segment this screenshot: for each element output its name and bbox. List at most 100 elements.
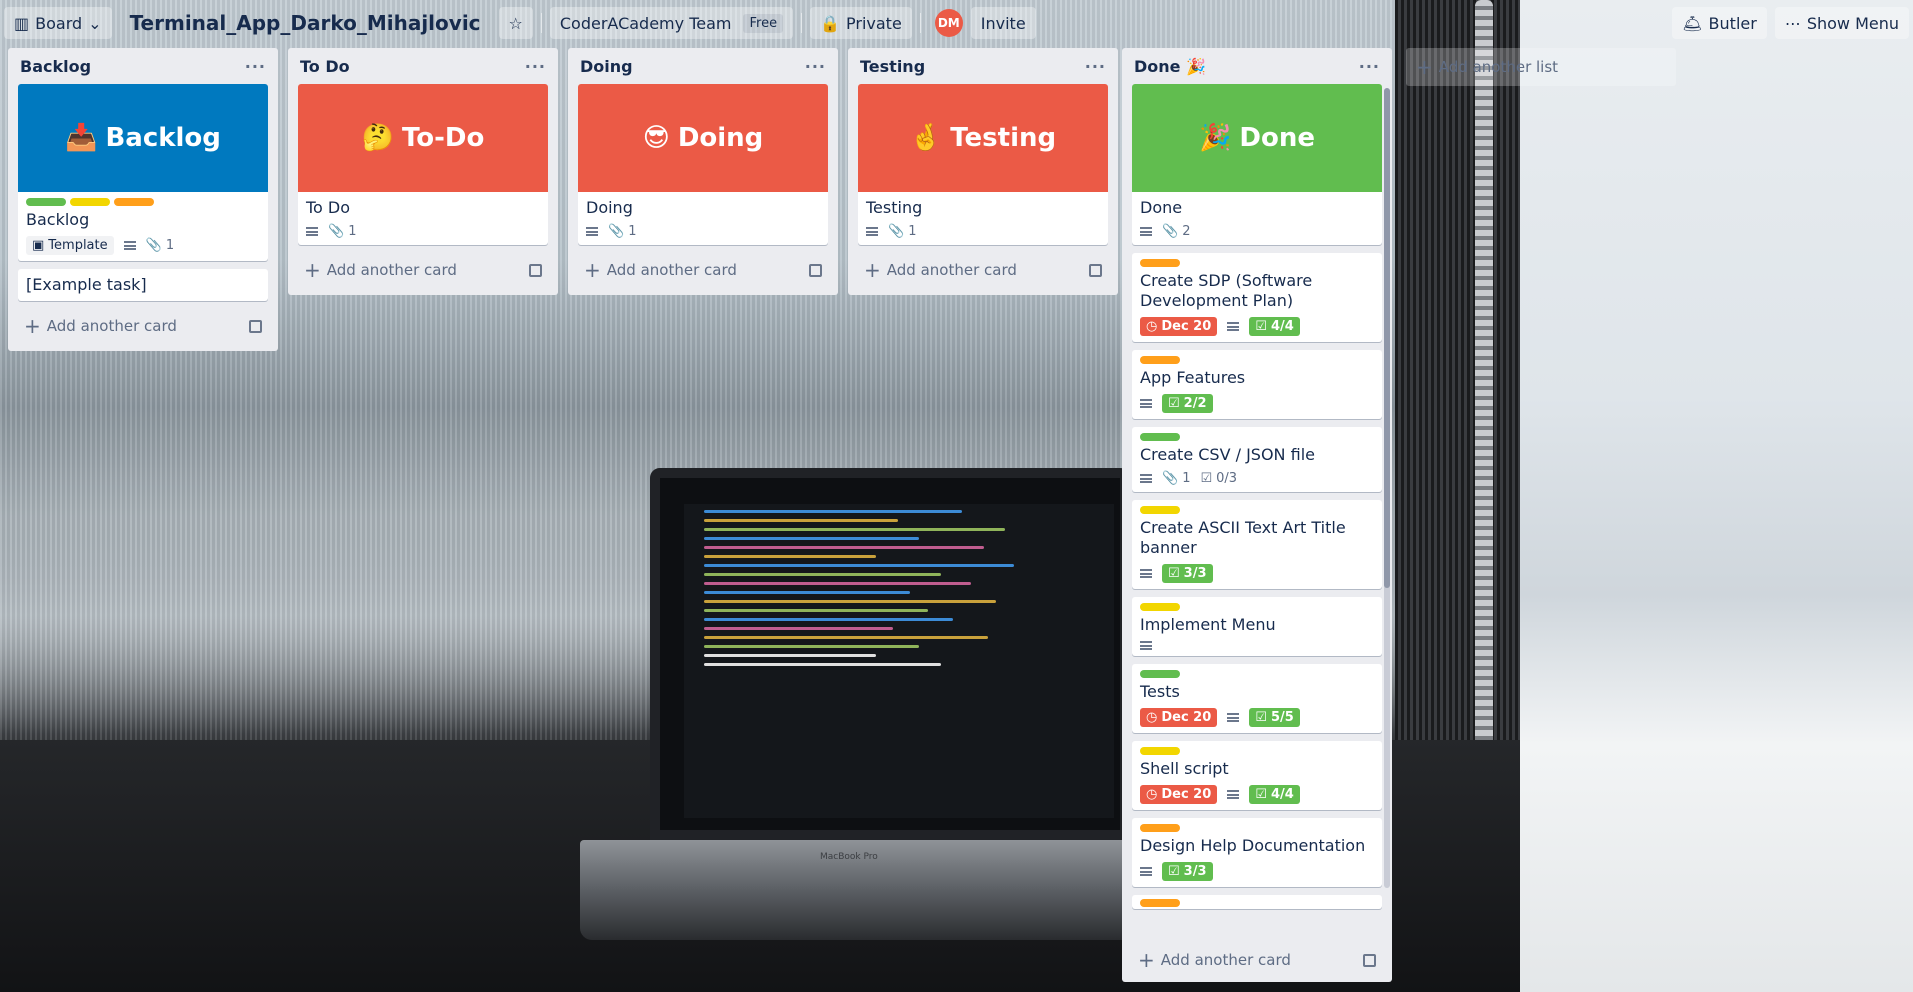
card-help-docs[interactable]: Design Help Documentation ☑ 3/3 [1132,818,1382,887]
card-ascii-banner[interactable]: Create ASCII Text Art Title banner ☑ 3/3 [1132,500,1382,589]
label-orange[interactable] [1140,356,1180,364]
list-menu-icon[interactable]: ··· [1085,57,1106,76]
label-green[interactable] [1140,433,1180,441]
card-doing[interactable]: 😎 Doing Doing 📎 1 [578,84,828,245]
card-template-icon[interactable] [249,319,262,333]
card-create-csv-json[interactable]: Create CSV / JSON file 📎 1 ☑ 0/3 [1132,427,1382,492]
plus-icon: + [304,258,321,282]
checklist-count: 0/3 [1216,471,1238,486]
card-template-icon[interactable] [809,263,822,277]
card-backlog[interactable]: 📥 Backlog Backlog ▣ Template 📎 1 [18,84,268,261]
list-testing: Testing ··· 🤞 Testing Testing 📎 1 + Add a… [848,48,1118,295]
list-menu-icon[interactable]: ··· [1359,57,1380,76]
background-laptop-editor [684,504,1114,818]
list-menu-icon[interactable]: ··· [805,57,826,76]
card-testing[interactable]: 🤞 Testing Testing 📎 1 [858,84,1108,245]
card-title: App Features [1140,368,1246,387]
inbox-icon: 📥 [65,123,98,153]
card-implement-menu[interactable]: Implement Menu [1132,597,1382,656]
due-date-badge[interactable]: ◷ Dec 20 [1140,708,1218,727]
card-to-do[interactable]: 🤔 To-Do To Do 📎 1 [298,84,548,245]
list-menu-icon[interactable]: ··· [245,57,266,76]
board-title[interactable]: Terminal_App_Darko_Mihajlovic [120,11,491,35]
description-icon [586,227,598,236]
paperclip-icon: 📎 [1162,224,1179,239]
label-yellow[interactable] [1140,603,1180,611]
description-icon [866,227,878,236]
card-done[interactable]: 🎉 Done Done 📎 2 [1132,84,1382,245]
add-list-label: Add another list [1438,58,1559,76]
checklist-count: 4/4 [1270,787,1294,802]
butler-icon: 🛎 [1682,13,1703,33]
list-scrollbar[interactable] [1384,88,1390,888]
checkbox-icon: ☑ [1168,566,1180,581]
lock-icon: 🔒 [820,13,840,33]
card-cover: 📥 Backlog [18,84,268,192]
label-yellow[interactable] [1140,506,1180,514]
due-date-badge[interactable]: ◷ Dec 20 [1140,317,1218,336]
card-example-task[interactable]: [Example task] [18,269,268,301]
butler-label: Butler [1708,13,1757,33]
card-tests[interactable]: Tests ◷ Dec 20 ☑ 5/5 [1132,664,1382,733]
add-card-label: Add another card [46,317,177,335]
add-card-button[interactable]: + Add another card [1132,943,1382,977]
list-menu-icon[interactable]: ··· [525,57,546,76]
show-menu-label: Show Menu [1806,13,1899,33]
list-scrollbar-thumb[interactable] [1384,88,1390,588]
add-card-button[interactable]: + Add another card [578,253,828,287]
paperclip-icon: 📎 [608,224,625,239]
card-partial[interactable] [1132,895,1382,909]
list-doing: Doing ··· 😎 Doing Doing 📎 1 + Add another… [568,48,838,295]
avatar[interactable]: DM [934,9,963,37]
label-orange[interactable] [1140,824,1180,832]
add-card-button[interactable]: + Add another card [298,253,548,287]
invite-button[interactable]: Invite [970,7,1036,39]
list-title[interactable]: Backlog [20,57,91,76]
list-title[interactable]: Doing [580,57,633,76]
card-app-features[interactable]: App Features ☑ 2/2 [1132,350,1382,419]
list-backlog: Backlog ··· 📥 Backlog Backlog ▣ Template… [8,48,278,351]
label-yellow[interactable] [70,198,110,206]
star-button[interactable]: ☆ [498,7,533,39]
visibility-button[interactable]: 🔒 Private [810,7,912,39]
clock-icon: ◷ [1146,710,1158,725]
label-green[interactable] [1140,670,1180,678]
checklist-count: 3/3 [1183,566,1207,581]
attachment-count: 1 [1182,471,1191,486]
add-card-button[interactable]: + Add another card [858,253,1108,287]
checklist-count: 4/4 [1270,319,1294,334]
card-title: Create SDP (Software Development Plan) [1140,271,1313,310]
attachment-count: 1 [628,224,637,239]
card-create-sdp[interactable]: Create SDP (Software Development Plan) ◷… [1132,253,1382,342]
attachment-count: 1 [348,224,357,239]
add-list-button[interactable]: + Add another list [1406,48,1676,86]
sunglasses-face-icon: 😎 [642,123,670,153]
list-title[interactable]: Testing [860,57,925,76]
checkbox-icon: ☑ [1255,710,1267,725]
due-date: Dec 20 [1161,319,1212,334]
card-title: Create CSV / JSON file [1140,445,1315,464]
card-cover-text: To-Do [401,123,485,153]
card-template-icon[interactable] [1363,953,1376,967]
card-template-icon[interactable] [1089,263,1102,277]
show-menu-button[interactable]: ⋯ Show Menu [1774,7,1909,39]
list-title[interactable]: Done 🎉 [1134,57,1206,76]
card-template-icon[interactable] [529,263,542,277]
list-title[interactable]: To Do [300,57,350,76]
thinking-face-icon: 🤔 [361,123,394,153]
label-orange[interactable] [1140,899,1180,907]
label-orange[interactable] [114,198,154,206]
due-date-badge[interactable]: ◷ Dec 20 [1140,785,1218,804]
add-card-button[interactable]: + Add another card [18,309,268,343]
team-button[interactable]: CoderACademy Team Free [549,7,794,39]
board-menu-button[interactable]: ▥ Board ⌄ [4,7,112,39]
due-date: Dec 20 [1161,710,1212,725]
card-shell-script[interactable]: Shell script ◷ Dec 20 ☑ 4/4 [1132,741,1382,810]
label-orange[interactable] [1140,259,1180,267]
checklist-count: 3/3 [1183,864,1207,879]
card-title: Doing [586,198,633,217]
label-green[interactable] [26,198,66,206]
background-laptop-screen [650,468,1130,840]
butler-button[interactable]: 🛎 Butler [1672,7,1767,39]
label-yellow[interactable] [1140,747,1180,755]
